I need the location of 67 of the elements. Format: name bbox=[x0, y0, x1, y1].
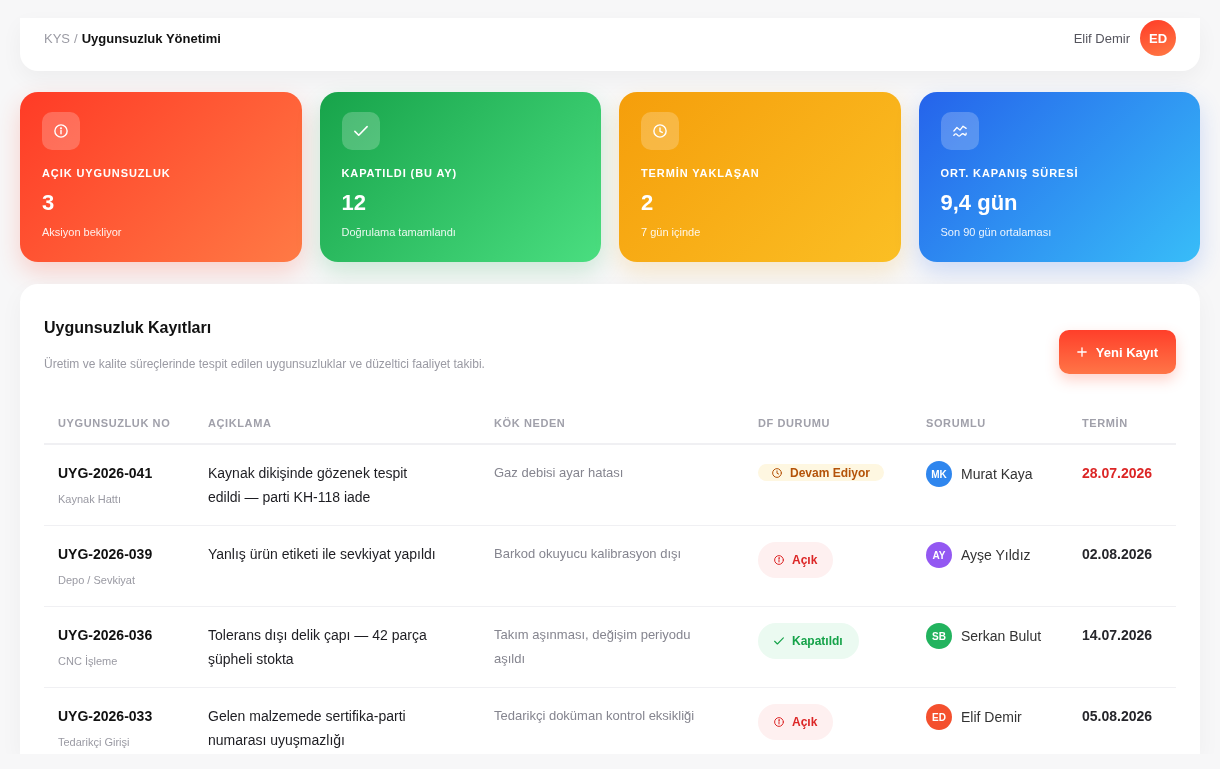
stat-value: 12 bbox=[341, 189, 367, 217]
description-text: Gelen malzemede sertifika-parti numarası uyuşmazlığı bbox=[208, 707, 407, 750]
stat-value: 2 bbox=[641, 189, 655, 217]
root-cause-text: Takım aşınması, değişim periyodu aşıldı bbox=[494, 626, 692, 668]
description-text: Tolerans dışı delik çapı — 42 parça şüpheli stokta bbox=[208, 626, 428, 669]
owner-name: Ayşe Yıldız bbox=[961, 547, 1031, 563]
due-date: 05.08.2026 bbox=[1082, 707, 1153, 726]
record-id: UYG-2026-036 bbox=[58, 626, 153, 645]
user-avatar: AY bbox=[926, 542, 952, 568]
breadcrumb-separator: / bbox=[74, 30, 78, 46]
record-area: Kaynak Hattı bbox=[58, 491, 121, 507]
info-icon bbox=[774, 717, 784, 727]
owner-name: Murat Kaya bbox=[961, 466, 1033, 482]
stat-value: 9,4 gün bbox=[940, 189, 1019, 217]
column-header: KÖK NEDEN bbox=[494, 416, 566, 429]
due-date: 28.07.2026 bbox=[1082, 464, 1153, 483]
clock-icon bbox=[772, 467, 782, 478]
column-header: AÇIKLAMA bbox=[208, 416, 272, 429]
record-id: UYG-2026-033 bbox=[58, 707, 153, 726]
record-id: UYG-2026-041 bbox=[58, 464, 153, 483]
description-text: Kaynak dikişinde gözenek tespit edildi — parti KH-118 iade bbox=[208, 464, 409, 507]
user-avatar: ED bbox=[926, 704, 952, 730]
due-date: 02.08.2026 bbox=[1082, 545, 1153, 564]
record-area: CNC İşleme bbox=[58, 653, 118, 669]
stat-note: 7 gün içinde bbox=[641, 225, 702, 239]
stat-note: Son 90 gün ortalaması bbox=[940, 225, 1053, 239]
record-area: Depo / Sevkiyat bbox=[58, 572, 136, 588]
breadcrumb-link[interactable]: KYS bbox=[44, 30, 70, 46]
record-id: UYG-2026-039 bbox=[58, 545, 153, 564]
check-icon bbox=[341, 112, 380, 150]
stat-label: TERMİN YAKLAŞAN bbox=[641, 166, 761, 180]
status-label: Kapatıldı bbox=[792, 634, 843, 648]
plus-icon bbox=[1076, 347, 1087, 357]
breadcrumb-current: Uygunsuzluk Yönetimi bbox=[81, 30, 221, 46]
user-avatar: MK bbox=[926, 461, 952, 487]
panel-subtitle: Üretim ve kalite süreçlerinde tespit edilen uygunsuzluklar ve düzeltici faaliyet takibi. bbox=[44, 356, 485, 372]
zigzag-lines-icon bbox=[940, 112, 979, 150]
new-record-button[interactable]: Yeni Kayıt bbox=[1058, 330, 1176, 374]
description-text: Yanlış ürün etiketi ile sevkiyat yapıldı bbox=[208, 545, 436, 564]
user-avatar: SB bbox=[926, 623, 952, 649]
stat-note: Doğrulama tamamlandı bbox=[341, 225, 457, 239]
owner-name: Elif Demir bbox=[961, 709, 1022, 725]
status-label: Açık bbox=[792, 715, 818, 729]
owner-name: Serkan Bulut bbox=[961, 628, 1042, 644]
root-cause-text: Tedarikçi doküman kontrol eksikliği bbox=[494, 707, 695, 725]
root-cause-text: Barkod okuyucu kalibrasyon dışı bbox=[494, 545, 682, 563]
root-cause-text: Gaz debisi ayar hatası bbox=[494, 464, 624, 482]
status-label: Devam Ediyor bbox=[790, 465, 871, 480]
due-date: 14.07.2026 bbox=[1082, 626, 1153, 645]
column-header: UYGUNSUZLUK NO bbox=[58, 416, 171, 429]
stat-label: KAPATILDI (BU AY) bbox=[341, 166, 459, 180]
stat-note: Aksiyon bekliyor bbox=[42, 225, 123, 239]
stat-label: AÇIK UYGUNSUZLUK bbox=[42, 166, 172, 180]
check-icon bbox=[774, 637, 784, 645]
clock-icon bbox=[641, 112, 679, 150]
panel-title: Uygunsuzluk Kayıtları bbox=[44, 318, 213, 338]
column-header: SORUMLU bbox=[926, 416, 986, 429]
user-name: Elif Demir bbox=[1073, 30, 1130, 46]
stat-value: 3 bbox=[42, 189, 56, 217]
info-icon bbox=[42, 112, 80, 150]
record-area: Tedarikçi Girişi bbox=[58, 734, 130, 750]
info-icon bbox=[774, 555, 784, 565]
user-avatar[interactable]: ED bbox=[1140, 20, 1176, 56]
column-header: DF DURUMU bbox=[758, 416, 830, 429]
column-header: TERMİN bbox=[1082, 416, 1128, 429]
status-label: Açık bbox=[792, 553, 818, 567]
stat-label: ORT. KAPANIŞ SÜRESİ bbox=[940, 166, 1080, 180]
